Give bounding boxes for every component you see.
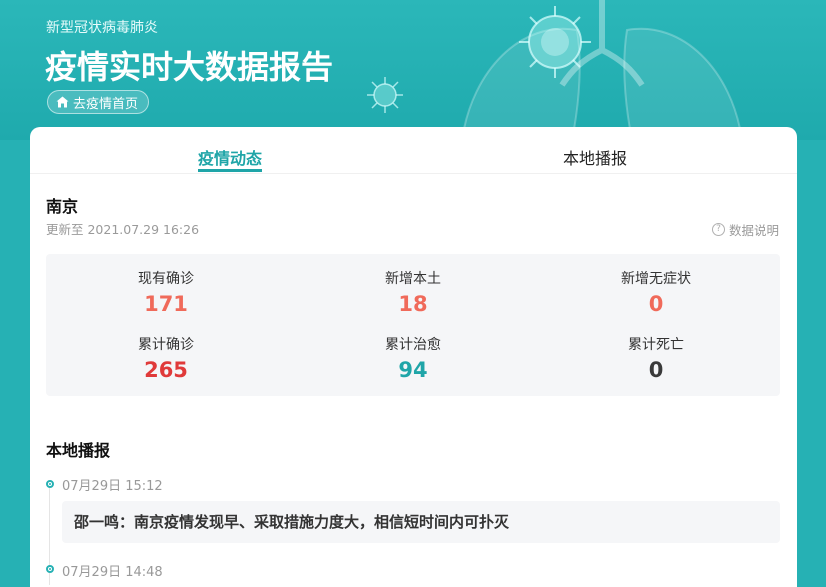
stat-label: 现有确诊: [138, 271, 194, 287]
stat-label: 累计死亡: [628, 337, 684, 353]
tab-local-report[interactable]: 本地播报: [563, 145, 627, 169]
stat-label: 新增无症状: [621, 271, 691, 287]
header-banner: 新型冠状病毒肺炎 疫情实时大数据报告 去疫情首页: [0, 0, 826, 140]
stat-value: 0: [648, 358, 664, 382]
data-explain-link[interactable]: ? 数据说明: [711, 220, 779, 239]
stat-value: 265: [144, 358, 188, 382]
stat-total-cured: 累计治愈 94: [313, 334, 513, 382]
city-name: 南京: [46, 197, 79, 216]
stat-new-asymptomatic: 新增无症状 0: [556, 268, 756, 316]
data-explain-label: 数据说明: [728, 223, 779, 238]
stat-new-local: 新增本土 18: [313, 268, 513, 316]
update-time: 更新至 2021.07.29 16:26: [46, 222, 200, 237]
local-report-title: 本地播报: [46, 441, 111, 460]
stat-total-confirmed: 累计确诊 265: [66, 334, 266, 382]
stats-panel: 现有确诊 171 新增本土 18 新增无症状 0 累计确诊 265 累计治愈 9…: [46, 254, 780, 396]
main-card: 疫情动态 本地播报 南京 更新至 2021.07.29 16:26 ? 数据说明…: [30, 127, 797, 587]
stat-label: 新增本土: [385, 271, 441, 287]
stat-label: 累计确诊: [138, 337, 194, 353]
stat-value: 0: [648, 292, 664, 316]
tab-bar: 疫情动态 本地播报: [30, 127, 797, 174]
page-title: 疫情实时大数据报告: [45, 48, 334, 86]
question-icon: ?: [711, 223, 725, 236]
tab-active-underline: [198, 169, 262, 172]
go-home-label: 去疫情首页: [73, 96, 139, 112]
stat-current-confirmed: 现有确诊 171: [66, 268, 266, 316]
stat-value: 18: [398, 292, 428, 316]
home-icon: [56, 96, 69, 108]
stat-value: 171: [144, 292, 188, 316]
news-time: 07月29日 14:48: [62, 565, 163, 580]
header-subtitle: 新型冠状病毒肺炎: [46, 20, 158, 36]
timeline-dot: [46, 480, 54, 488]
go-home-button[interactable]: 去疫情首页: [47, 90, 150, 114]
news-time: 07月29日 15:12: [62, 479, 163, 494]
tab-epidemic-dynamics[interactable]: 疫情动态: [198, 145, 262, 169]
stat-value: 94: [398, 358, 428, 382]
news-item[interactable]: 邵一鸣：南京疫情发现早、采取措施力度大，相信短时间内可扑灭: [62, 501, 780, 543]
virus-large-icon: [519, 6, 591, 78]
timeline-dot: [46, 565, 54, 573]
virus-small-icon: [367, 77, 403, 113]
stat-label: 累计治愈: [385, 337, 441, 353]
stat-total-deaths: 累计死亡 0: [556, 334, 756, 382]
